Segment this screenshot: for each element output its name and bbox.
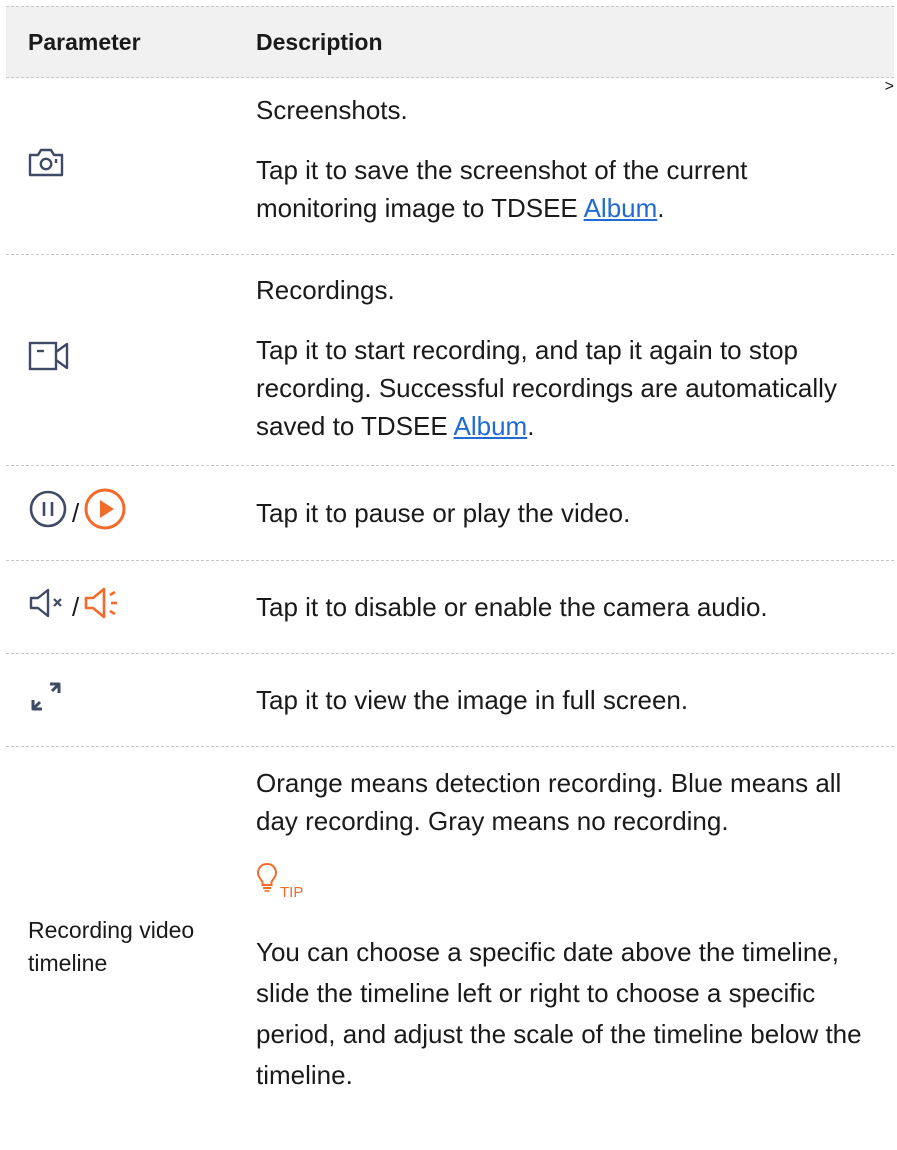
description-text: Tap it to pause or play the video. [256, 498, 631, 528]
pause-circle-icon [28, 489, 68, 538]
description-text: Screenshots. [256, 95, 408, 125]
tip-label: TIP [280, 884, 304, 901]
separator: / [72, 497, 80, 528]
description-text: Recordings. [256, 275, 395, 305]
description-text: Tap it to save the screenshot of the cur… [256, 151, 865, 227]
speaker-on-icon [83, 585, 123, 630]
speaker-muted-icon [28, 586, 68, 629]
description-text: Tap it to disable or enable the camera a… [256, 592, 768, 622]
separator: / [72, 591, 80, 622]
header-description: Description [256, 29, 383, 55]
description-text-part: . [527, 411, 535, 441]
param-cell: Recording video timeline [6, 747, 256, 1147]
play-circle-icon [83, 487, 127, 540]
description-text-part: Tap it to start recording, and tap it ag… [256, 335, 837, 441]
tip-callout: TIP [256, 862, 874, 902]
description-text-part: Tap it to save the screenshot of the cur… [256, 155, 748, 223]
description-cell: Screenshots. Tap it to save the screensh… [256, 78, 885, 254]
table-row: Tap it to view the image in full screen. [6, 654, 894, 747]
description-cell: Tap it to view the image in full screen. [256, 681, 894, 719]
description-cell: Orange means detection recording. Blue m… [256, 747, 894, 1147]
table-row: Screenshots. Tap it to save the screensh… [6, 78, 894, 255]
description-cell: Tap it to disable or enable the camera a… [256, 588, 894, 626]
description-text: Orange means detection recording. Blue m… [256, 768, 842, 836]
table-header-row: Parameter Description [6, 6, 894, 78]
album-link[interactable]: Album [584, 193, 658, 223]
description-cell: Tap it to pause or play the video. [256, 494, 894, 532]
icon-group: / [28, 487, 127, 540]
parameter-label: Recording video timeline [28, 917, 195, 976]
description-text: Tap it to view the image in full screen. [256, 685, 689, 715]
album-link[interactable]: Album [454, 411, 528, 441]
lightbulb-icon [256, 862, 278, 902]
description-text: Tap it to start recording, and tap it ag… [256, 331, 874, 445]
camera-screenshot-icon [28, 147, 64, 186]
param-cell [6, 678, 256, 723]
icon-group: / [28, 585, 123, 630]
description-cell: Recordings. Tap it to start recording, a… [256, 255, 894, 465]
fullscreen-arrows-icon [28, 678, 64, 723]
param-cell [6, 255, 256, 465]
table-row: / Tap it to disable or enable the camera… [6, 561, 894, 654]
tip-text: You can choose a specific date above the… [256, 937, 862, 1090]
param-cell [6, 78, 256, 254]
header-parameter: Parameter [28, 28, 141, 55]
description-text-part: . [657, 193, 665, 223]
param-cell: / [6, 487, 256, 540]
table-row: Recording video timeline Orange means de… [6, 747, 894, 1147]
parameter-table: Parameter Description Screenshots. Tap i… [6, 6, 894, 1147]
table-row: Recordings. Tap it to start recording, a… [6, 255, 894, 466]
table-row: / Tap it to pause or play the video. [6, 466, 894, 561]
video-record-icon [28, 340, 70, 381]
param-cell: / [6, 585, 256, 630]
